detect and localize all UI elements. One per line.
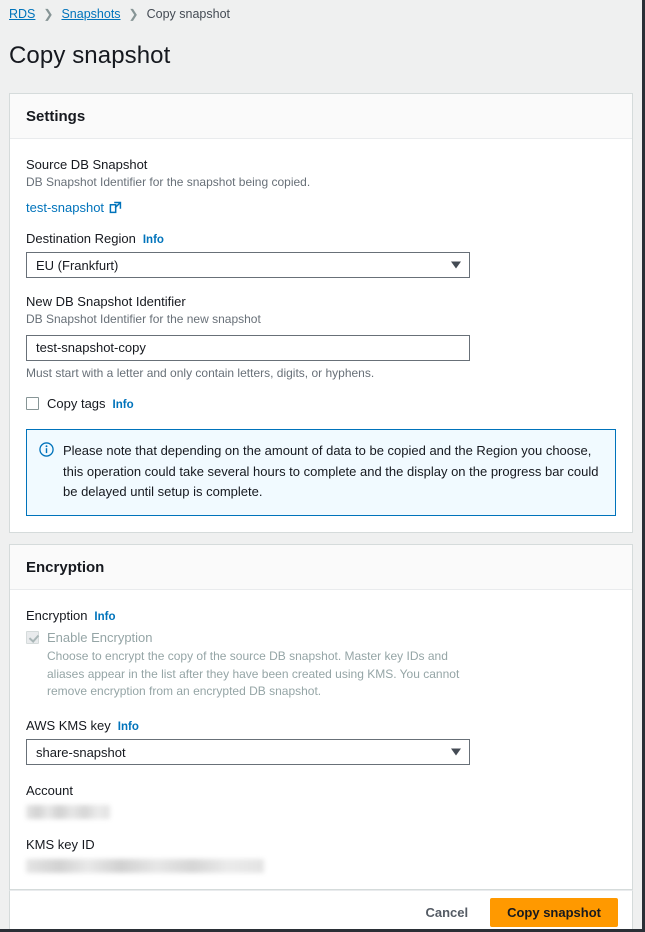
settings-panel-title: Settings — [26, 108, 616, 125]
copy-duration-alert: Please note that depending on the amount… — [26, 429, 616, 516]
form-footer: Cancel Copy snapshot — [9, 890, 633, 932]
enable-encryption-checkbox — [26, 631, 39, 644]
source-db-snapshot-label: Source DB Snapshot — [26, 157, 616, 172]
destination-region-label: Destination Region Info — [26, 231, 616, 246]
cancel-button[interactable]: Cancel — [421, 899, 472, 926]
kms-key-id-label: KMS key ID — [26, 837, 616, 852]
copy-tags-info-link[interactable]: Info — [113, 399, 134, 411]
destination-region-select-value[interactable]: EU (Frankfurt) — [26, 252, 470, 278]
kms-key-id-field: KMS key ID — [26, 837, 616, 873]
aws-kms-key-select-value[interactable]: share-snapshot — [26, 739, 470, 765]
copy-duration-alert-text: Please note that depending on the amount… — [63, 441, 601, 503]
destination-region-select[interactable]: EU (Frankfurt) — [26, 252, 470, 278]
copy-snapshot-button[interactable]: Copy snapshot — [490, 898, 618, 927]
encryption-info-link[interactable]: Info — [94, 611, 115, 623]
external-link-icon — [109, 201, 122, 214]
encryption-label-text: Encryption — [26, 608, 87, 623]
source-db-snapshot-description: DB Snapshot Identifier for the snapshot … — [26, 174, 616, 191]
aws-kms-key-label-text: AWS KMS key — [26, 718, 111, 733]
new-db-snapshot-identifier-label: New DB Snapshot Identifier — [26, 294, 616, 309]
new-db-snapshot-identifier-description: DB Snapshot Identifier for the new snaps… — [26, 311, 616, 328]
page-viewport: RDS ❯ Snapshots ❯ Copy snapshot Copy sna… — [0, 0, 645, 932]
copy-tags-row[interactable]: Copy tags Info — [26, 396, 616, 411]
breadcrumb-separator-icon: ❯ — [129, 7, 139, 21]
settings-panel-body: Source DB Snapshot DB Snapshot Identifie… — [10, 139, 632, 532]
source-db-snapshot-field: Source DB Snapshot DB Snapshot Identifie… — [26, 157, 616, 215]
new-db-snapshot-identifier-field: New DB Snapshot Identifier DB Snapshot I… — [26, 294, 616, 379]
breadcrumb-item-snapshots[interactable]: Snapshots — [61, 7, 120, 21]
encryption-panel-header: Encryption — [10, 545, 632, 590]
encryption-field: Encryption Info Enable Encryption Choose… — [26, 608, 616, 700]
aws-kms-key-info-link[interactable]: Info — [118, 721, 139, 733]
info-circle-icon — [39, 442, 54, 457]
encryption-panel-title: Encryption — [26, 559, 616, 576]
copy-tags-label: Copy tags Info — [47, 396, 134, 411]
source-db-snapshot-link[interactable]: test-snapshot — [26, 200, 122, 215]
source-db-snapshot-link-label: test-snapshot — [26, 200, 104, 215]
new-db-snapshot-identifier-hint: Must start with a letter and only contai… — [26, 366, 616, 380]
aws-kms-key-field: AWS KMS key Info share-snapshot — [26, 718, 616, 765]
new-db-snapshot-identifier-input[interactable] — [26, 335, 470, 361]
encryption-panel-body: Encryption Info Enable Encryption Choose… — [10, 590, 632, 889]
settings-panel: Settings Source DB Snapshot DB Snapshot … — [9, 93, 633, 533]
destination-region-info-link[interactable]: Info — [143, 234, 164, 246]
breadcrumb-item-current: Copy snapshot — [147, 7, 230, 21]
account-label: Account — [26, 783, 616, 798]
copy-tags-checkbox[interactable] — [26, 397, 39, 410]
settings-panel-header: Settings — [10, 94, 632, 139]
kms-key-id-value-redacted — [26, 859, 264, 873]
account-value-redacted — [26, 805, 110, 819]
enable-encryption-label-text: Enable Encryption — [47, 630, 153, 645]
enable-encryption-description: Choose to encrypt the copy of the source… — [47, 648, 477, 700]
aws-kms-key-select[interactable]: share-snapshot — [26, 739, 470, 765]
encryption-panel: Encryption Encryption Info Enable Encryp… — [9, 544, 633, 890]
breadcrumb-separator-icon: ❯ — [43, 7, 53, 21]
aws-kms-key-label: AWS KMS key Info — [26, 718, 616, 733]
page-title: Copy snapshot — [0, 38, 642, 70]
destination-region-field: Destination Region Info EU (Frankfurt) — [26, 231, 616, 278]
destination-region-label-text: Destination Region — [26, 231, 136, 246]
account-field: Account — [26, 783, 616, 819]
breadcrumb: RDS ❯ Snapshots ❯ Copy snapshot — [0, 0, 642, 22]
encryption-label: Encryption Info — [26, 608, 616, 623]
copy-tags-label-text: Copy tags — [47, 396, 106, 411]
enable-encryption-row: Enable Encryption Choose to encrypt the … — [26, 630, 616, 700]
enable-encryption-label: Enable Encryption — [47, 630, 477, 645]
breadcrumb-item-rds[interactable]: RDS — [9, 7, 35, 21]
